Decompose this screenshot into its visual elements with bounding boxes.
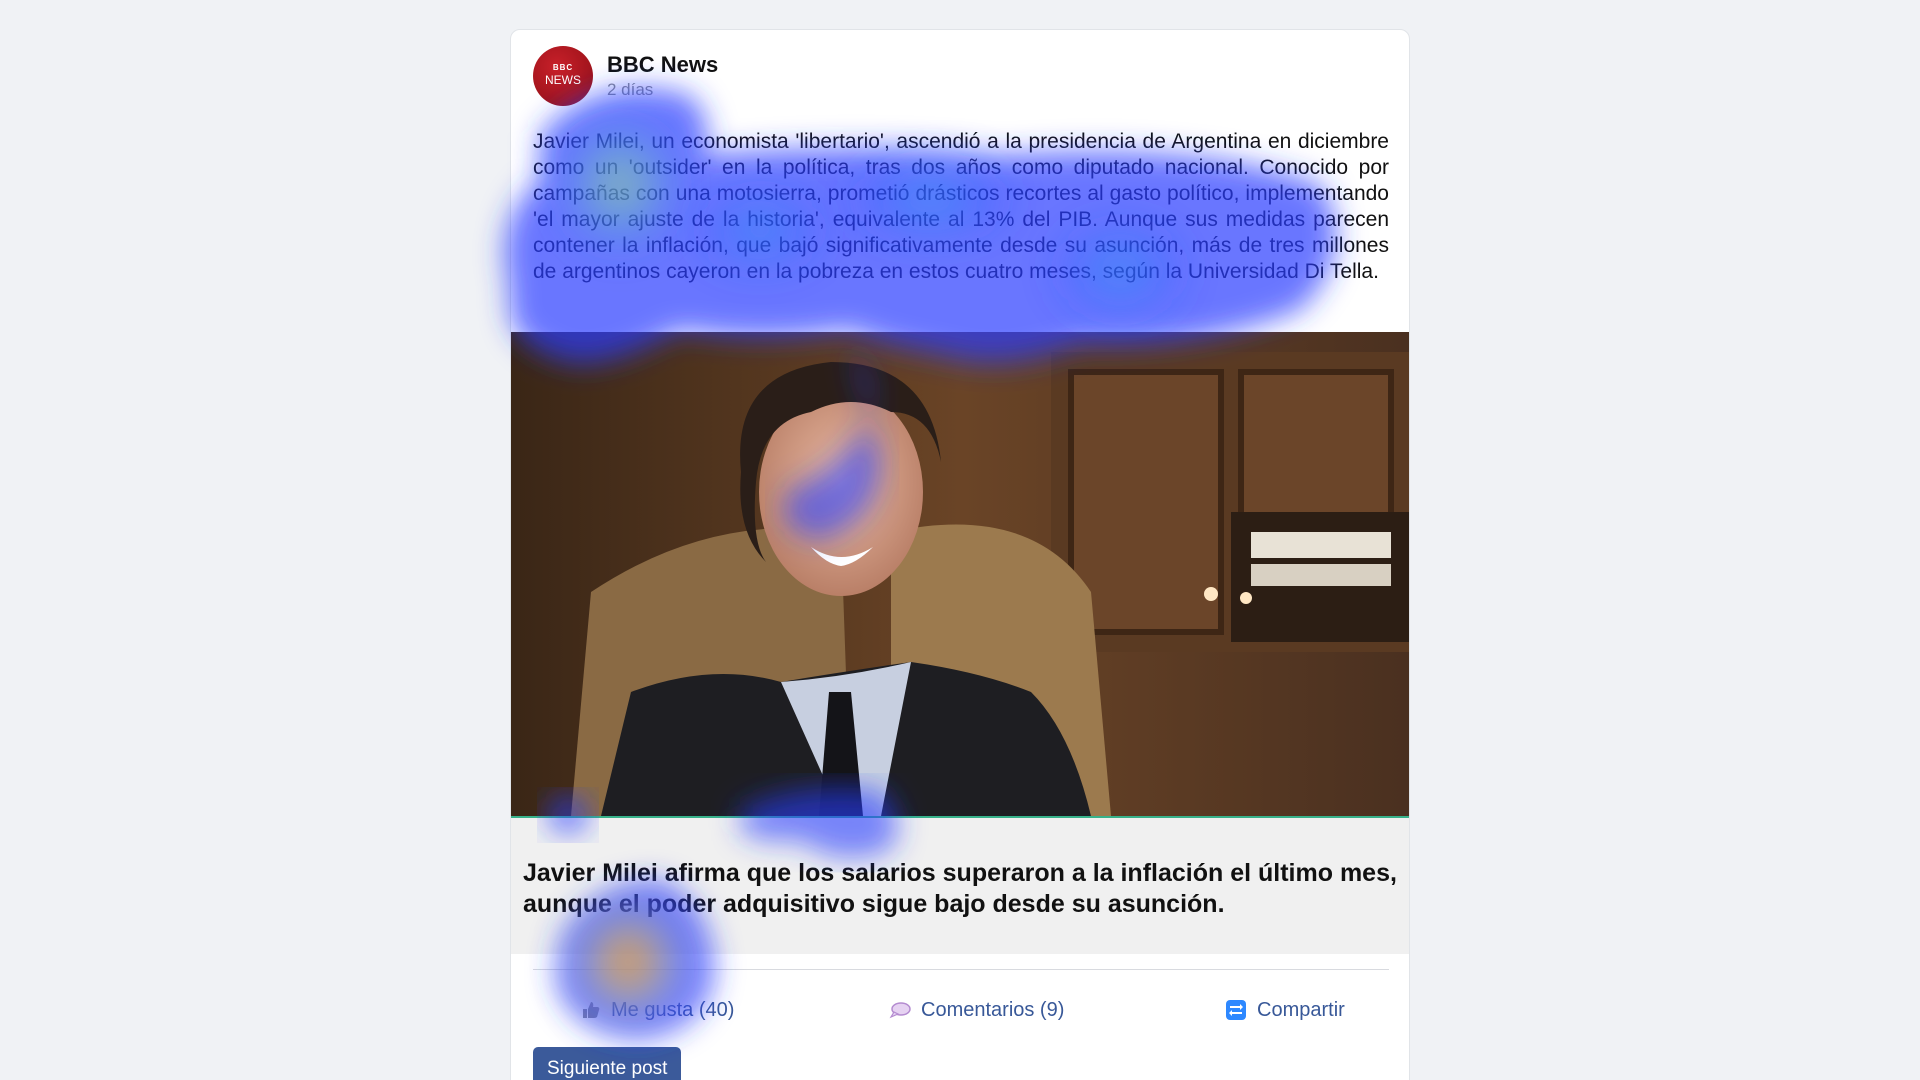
comment-button[interactable]: Comentarios (9) — [889, 990, 1064, 1030]
speech-bubble-icon — [889, 1001, 911, 1019]
bbc-news-avatar[interactable]: BBC NEWS — [533, 46, 593, 106]
share-arrows-icon — [1225, 999, 1247, 1021]
comment-label: Comentarios (9) — [921, 998, 1065, 1021]
next-post-button[interactable]: Siguiente post — [533, 1047, 682, 1080]
actions-divider — [533, 969, 1389, 970]
news-logo-text: NEWS — [545, 73, 581, 87]
like-label: Me gusta (40) — [611, 998, 735, 1021]
photo-of-javier-milei-icon — [511, 332, 1409, 816]
page: BBC NEWS BBC News 2 días Javier Milei, u… — [0, 0, 1920, 1080]
thumbs-up-icon — [581, 1000, 601, 1020]
share-button[interactable]: Compartir — [1225, 990, 1345, 1030]
share-label: Compartir — [1257, 998, 1345, 1021]
post-actions: Me gusta (40) Comentarios (9) Compartir — [533, 990, 1389, 1030]
like-button[interactable]: Me gusta (40) — [581, 990, 734, 1030]
article-headline[interactable]: Javier Milei afirma que los salarios sup… — [523, 858, 1399, 920]
bbc-logo-text: BBC — [552, 63, 574, 72]
post-timestamp: 2 días — [607, 80, 654, 99]
post-header: BBC NEWS BBC News 2 días — [533, 46, 1393, 106]
post-image[interactable] — [511, 332, 1409, 816]
post-card: BBC NEWS BBC News 2 días Javier Milei, u… — [510, 29, 1410, 1080]
post-body-text: Javier Milei, un economista 'libertario'… — [533, 130, 1389, 283]
link-preview[interactable]: Javier Milei afirma que los salarios sup… — [511, 816, 1409, 954]
publisher-name[interactable]: BBC News — [607, 52, 718, 78]
